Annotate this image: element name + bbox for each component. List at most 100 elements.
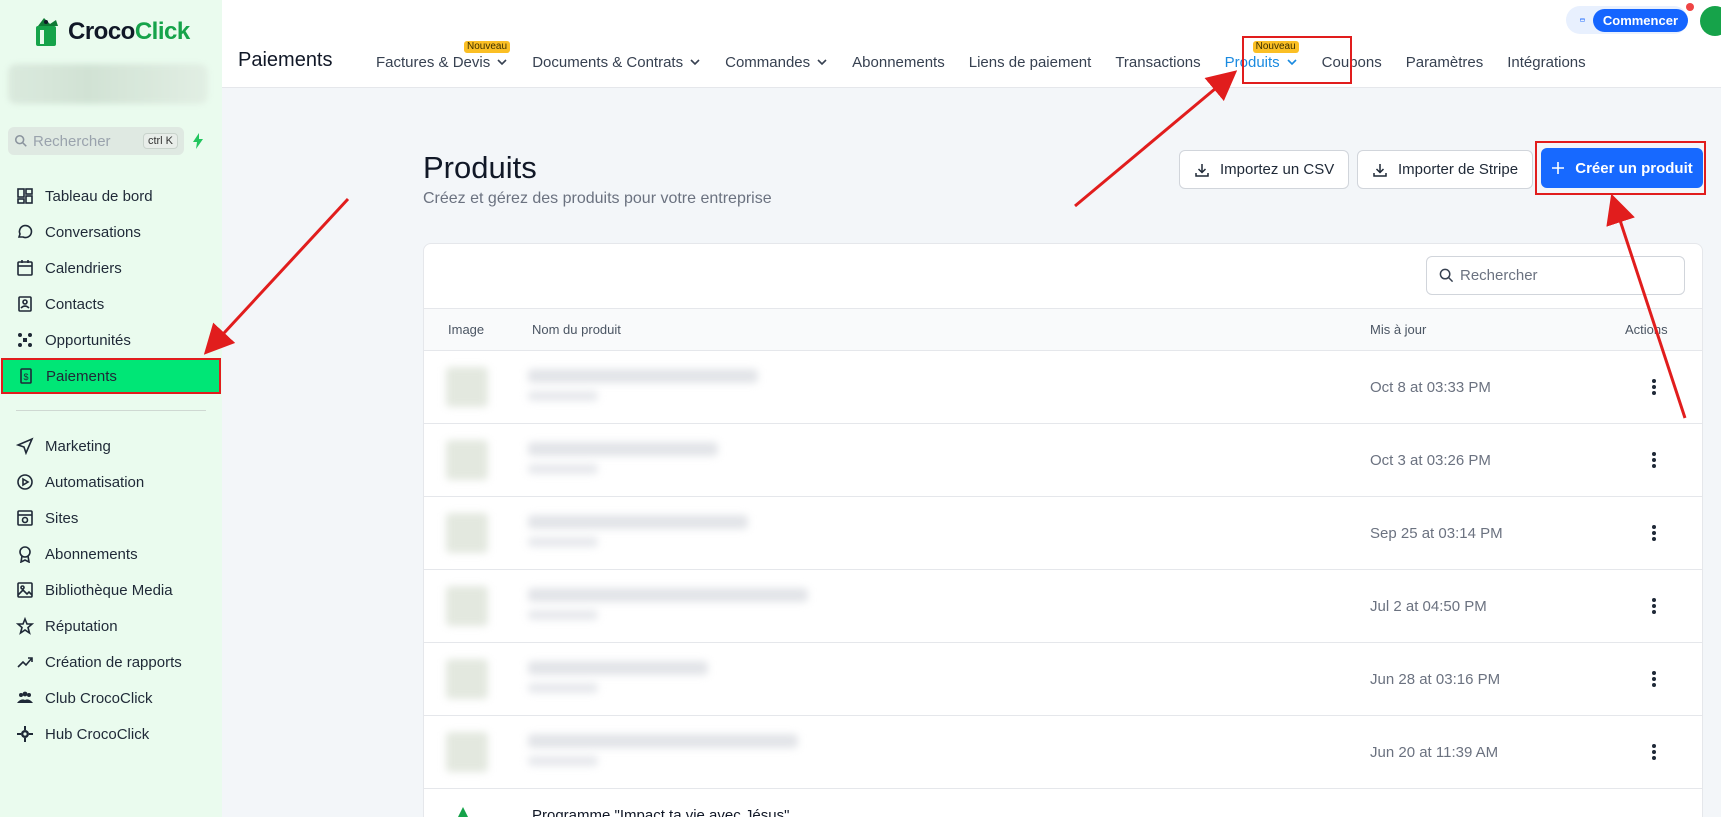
get-started-pill[interactable]: Commencer <box>1566 6 1688 34</box>
sidebar-item-hub-crococlick[interactable]: Hub CrocoClick <box>0 716 222 752</box>
send-icon <box>16 437 34 455</box>
import-stripe-label: Importer de Stripe <box>1398 161 1519 178</box>
card-icon <box>1580 18 1585 22</box>
product-name-redacted <box>528 661 708 675</box>
table-row[interactable]: Jun 28 at 03:16 PM <box>424 643 1702 716</box>
sidebar-item-sites[interactable]: Sites <box>0 500 222 536</box>
more-options-icon[interactable] <box>1644 595 1664 617</box>
get-started-button[interactable]: Commencer <box>1592 8 1688 32</box>
table-row[interactable]: Oct 8 at 03:33 PM <box>424 351 1702 424</box>
import-csv-label: Importez un CSV <box>1220 161 1335 178</box>
sidebar-item-conversations[interactable]: Conversations <box>0 214 222 250</box>
account-switcher[interactable] <box>8 64 208 104</box>
star-icon <box>16 617 34 635</box>
more-options-icon[interactable] <box>1644 376 1664 398</box>
sidebar-item-label: Automatisation <box>45 473 145 491</box>
search-icon <box>1439 268 1454 283</box>
sidebar-item-bibliotheque-media[interactable]: Bibliothèque Media <box>0 572 222 608</box>
chat-icon <box>17 224 33 239</box>
more-options-icon[interactable] <box>1644 449 1664 471</box>
tab-label: Factures & Devis <box>376 53 491 71</box>
sidebar-nav-bottom: Marketing Automatisation Sites Abonnemen… <box>0 428 222 752</box>
create-product-button[interactable]: Créer un produit <box>1541 148 1703 188</box>
more-options-icon[interactable] <box>1644 522 1664 544</box>
sidebar-item-label: Calendriers <box>45 259 122 277</box>
more-options-icon[interactable] <box>1644 741 1664 763</box>
product-name-redacted <box>528 734 798 748</box>
tab-abonnements[interactable]: Abonnements <box>840 52 957 72</box>
sidebar-item-label: Abonnements <box>45 545 138 563</box>
sites-icon <box>17 510 33 526</box>
image-icon <box>17 582 33 598</box>
new-badge: Nouveau <box>464 41 511 53</box>
sidebar-item-calendriers[interactable]: Calendriers <box>0 250 222 286</box>
tab-label: Paramètres <box>1405 53 1484 71</box>
crocodile-logo-icon <box>36 18 58 46</box>
sidebar-divider <box>16 410 206 411</box>
product-thumbnail <box>446 367 488 407</box>
sidebar-item-label: Contacts <box>45 295 105 313</box>
tab-commandes[interactable]: Commandes <box>713 52 840 72</box>
tab-parametres[interactable]: Paramètres <box>1394 52 1496 72</box>
updated-date: Sep 25 at 03:14 PM <box>1370 525 1503 542</box>
tab-label: Intégrations <box>1507 53 1586 71</box>
sidebar-item-opportunites[interactable]: Opportunités <box>0 322 222 358</box>
table-row[interactable]: Oct 3 at 03:26 PM <box>424 424 1702 497</box>
notification-dot <box>1686 3 1694 11</box>
sidebar-item-label: Création de rapports <box>45 653 182 671</box>
badge-icon <box>19 546 31 563</box>
brand-name-part1: Croco <box>68 18 135 45</box>
section-title: Paiements <box>238 49 333 71</box>
sidebar-search[interactable]: Rechercher ctrl K <box>8 127 184 155</box>
product-subtext-redacted <box>528 683 598 693</box>
tab-liens-de-paiement[interactable]: Liens de paiement <box>957 52 1104 72</box>
column-actions: Actions <box>1625 322 1668 337</box>
tab-label: Liens de paiement <box>968 53 1092 71</box>
tab-transactions[interactable]: Transactions <box>1103 52 1212 72</box>
product-subtext-redacted <box>528 537 598 547</box>
gear-icon <box>17 726 33 742</box>
sidebar-item-label: Marketing <box>45 437 111 455</box>
sidebar-item-contacts[interactable]: Contacts <box>0 286 222 322</box>
tab-label: Abonnements <box>852 53 945 71</box>
updated-date: Oct 8 at 03:33 PM <box>1370 379 1491 396</box>
brand-logo[interactable]: CrocoClick <box>34 16 190 48</box>
sidebar-item-label: Sites <box>45 509 79 527</box>
sidebar-search-placeholder: Rechercher <box>33 132 111 150</box>
import-stripe-button[interactable]: Importer de Stripe <box>1357 150 1534 189</box>
tab-integrations[interactable]: Intégrations <box>1495 52 1597 72</box>
create-product-label: Créer un produit <box>1575 159 1693 177</box>
product-thumbnail <box>446 659 488 699</box>
more-options-icon[interactable] <box>1644 668 1664 690</box>
table-row[interactable]: Programme "Impact ta vie avec Jésus" <box>424 789 1702 817</box>
sidebar-item-label: Hub CrocoClick <box>45 725 150 743</box>
tab-factures-devis[interactable]: Nouveau Factures & Devis <box>364 41 520 72</box>
updated-date: Jul 2 at 04:50 PM <box>1370 598 1487 615</box>
dashboard-icon <box>17 188 33 204</box>
automation-icon <box>17 474 33 490</box>
sidebar-item-club-crococlick[interactable]: Club CrocoClick <box>0 680 222 716</box>
top-navigation: Paiements Nouveau Factures & Devis Docum… <box>222 0 1721 88</box>
sidebar-item-reputation[interactable]: Réputation <box>0 608 222 644</box>
product-name-redacted <box>528 442 718 456</box>
import-csv-button[interactable]: Importez un CSV <box>1179 150 1350 189</box>
table-row[interactable]: Jul 2 at 04:50 PM <box>424 570 1702 643</box>
quick-action-bolt-icon[interactable] <box>188 131 208 151</box>
column-name: Nom du produit <box>532 322 621 337</box>
opportunities-icon <box>18 333 32 347</box>
table-row[interactable]: Jun 20 at 11:39 AM <box>424 716 1702 789</box>
brand-name-part2: Click <box>134 18 190 45</box>
page-subtitle: Créez et gérez des produits pour votre e… <box>423 190 772 207</box>
column-updated[interactable]: Mis à jour <box>1370 322 1426 337</box>
tab-documents-contrats[interactable]: Documents & Contrats <box>520 52 713 72</box>
table-search-input[interactable]: Rechercher <box>1426 256 1685 295</box>
table-row[interactable]: Sep 25 at 03:14 PM <box>424 497 1702 570</box>
page-title: Produits <box>423 150 537 185</box>
tab-label: Documents & Contrats <box>532 53 684 71</box>
sidebar-item-marketing[interactable]: Marketing <box>0 428 222 464</box>
sidebar-item-creation-de-rapports[interactable]: Création de rapports <box>0 644 222 680</box>
sidebar-item-automatisation[interactable]: Automatisation <box>0 464 222 500</box>
sidebar-item-abonnements[interactable]: Abonnements <box>0 536 222 572</box>
sidebar-item-paiements[interactable]: $ Paiements <box>1 358 221 394</box>
sidebar-item-tableau-de-bord[interactable]: Tableau de bord <box>0 178 222 214</box>
